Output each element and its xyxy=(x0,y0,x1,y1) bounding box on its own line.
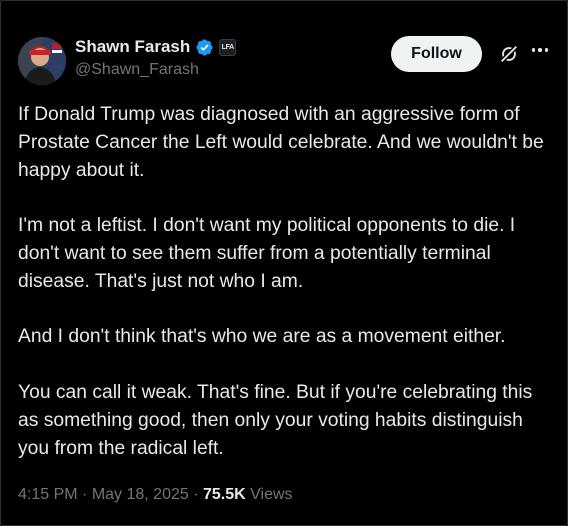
views-label: Views xyxy=(250,486,293,503)
avatar-image xyxy=(18,37,66,85)
post-paragraph: If Donald Trump was diagnosed with an ag… xyxy=(18,104,544,181)
post-meta: 4:15 PM · May 18, 2025 · 75.5K Views xyxy=(18,486,293,504)
author-name-row: Shawn Farash LFA xyxy=(75,37,237,57)
post-paragraph: You can call it weak. That's fine. But i… xyxy=(18,381,533,459)
more-icon[interactable] xyxy=(529,39,551,61)
grok-icon[interactable] xyxy=(498,43,520,65)
affiliate-badge[interactable]: LFA xyxy=(219,38,237,56)
author-name[interactable]: Shawn Farash xyxy=(75,37,190,57)
views-count: 75.5K xyxy=(202,486,246,503)
author-avatar[interactable] xyxy=(18,37,66,85)
post-paragraph: I'm not a leftist. I don't want my polit… xyxy=(18,215,516,292)
author-handle[interactable]: @Shawn_Farash xyxy=(75,61,199,79)
post-header: Shawn Farash LFA @Shawn_Farash Follow xyxy=(18,33,555,87)
post-paragraph: And I don't think that's who we are as a… xyxy=(18,326,506,348)
post-time[interactable]: 4:15 PM xyxy=(18,486,78,503)
meta-separator: · xyxy=(188,486,203,503)
meta-separator: · xyxy=(77,486,92,503)
post-date[interactable]: May 18, 2025 xyxy=(92,486,189,503)
post-card: Shawn Farash LFA @Shawn_Farash Follow If… xyxy=(0,0,568,526)
follow-button[interactable]: Follow xyxy=(391,36,482,72)
post-text: If Donald Trump was diagnosed with an ag… xyxy=(18,101,558,490)
verified-badge-icon[interactable] xyxy=(195,38,214,57)
